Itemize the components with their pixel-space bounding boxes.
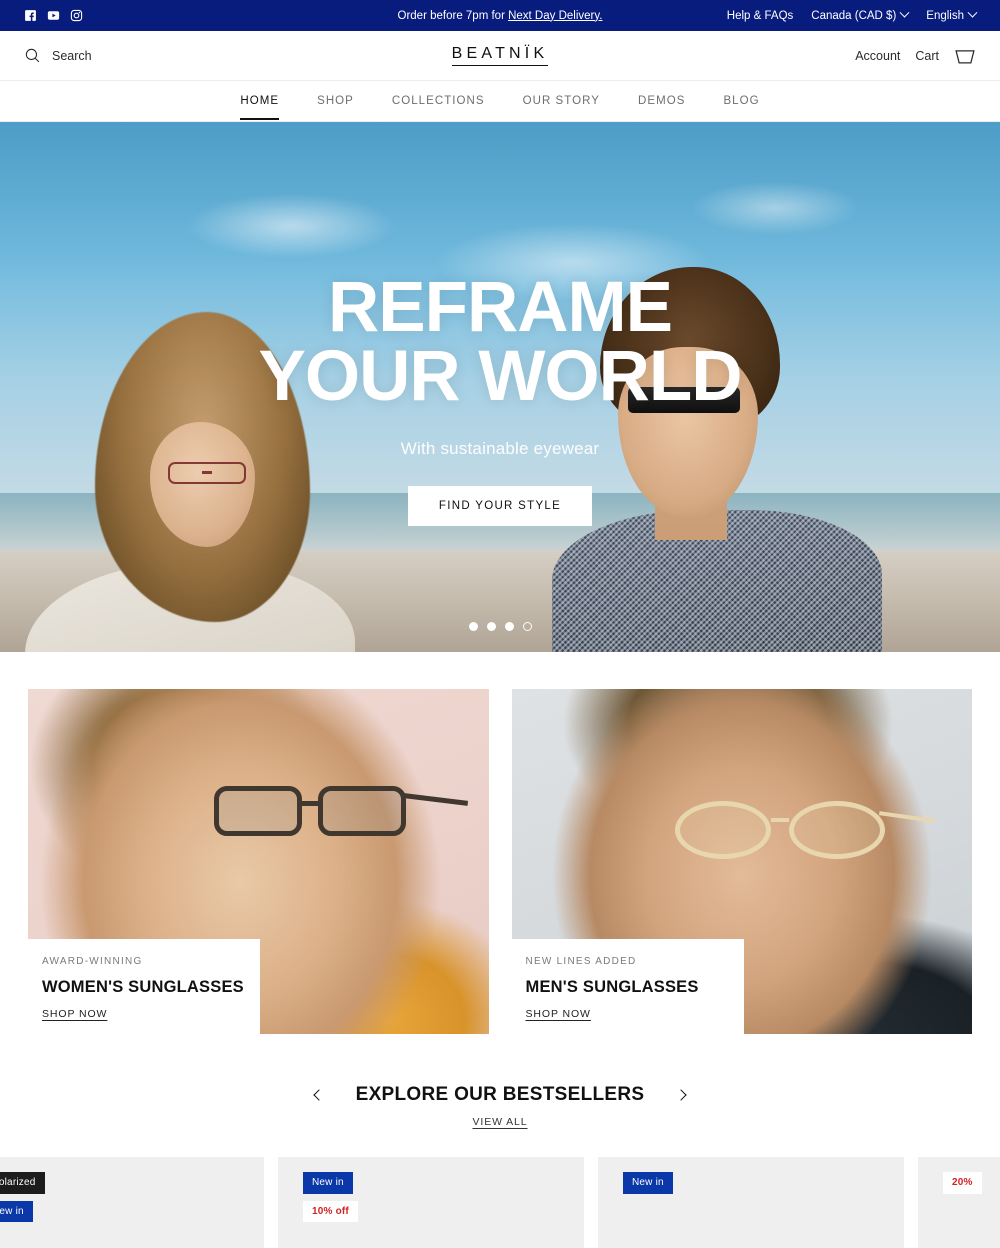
announcement-utilities: Help & FAQs Canada (CAD $) English bbox=[727, 7, 978, 22]
announcement-message-text: Order before 7pm for bbox=[397, 9, 509, 22]
cart-link[interactable]: Cart bbox=[915, 49, 939, 63]
mens-glasses-graphic bbox=[674, 801, 935, 859]
category-title: MEN'S SUNGLASSES bbox=[525, 978, 699, 996]
currency-selector[interactable]: Canada (CAD $) bbox=[811, 7, 910, 22]
product-card[interactable]: New in bbox=[598, 1157, 904, 1248]
site-logo-text[interactable]: BEATNÏK bbox=[451, 45, 549, 67]
hero-heading-line-2: YOUR WORLD bbox=[258, 336, 742, 416]
language-selector-value: English bbox=[926, 9, 964, 22]
category-eyebrow: NEW LINES ADDED bbox=[525, 956, 637, 967]
category-cards: AWARD-WINNING WOMEN'S SUNGLASSES SHOP NO… bbox=[0, 652, 1000, 1034]
hero-slider-dots bbox=[0, 622, 1000, 631]
facebook-icon[interactable] bbox=[24, 9, 37, 22]
category-shop-now-link[interactable]: SHOP NOW bbox=[526, 1008, 591, 1020]
product-badges: Polarized New in bbox=[0, 1172, 45, 1222]
currency-selector-value: Canada (CAD $) bbox=[811, 9, 897, 22]
find-your-style-button[interactable]: FIND YOUR STYLE bbox=[407, 485, 593, 526]
hero-heading: REFRAME YOUR WORLD bbox=[258, 272, 742, 412]
hero-heading-line-1: REFRAME bbox=[327, 268, 673, 347]
bestsellers-section: EXPLORE OUR BESTSELLERS VIEW ALL Polariz… bbox=[0, 1084, 1000, 1248]
hero-content: REFRAME YOUR WORLD With sustainable eyew… bbox=[0, 122, 1000, 652]
search-button[interactable]: Search bbox=[24, 47, 92, 64]
status-badge: Polarized bbox=[0, 1172, 45, 1194]
nav-item-demos[interactable]: DEMOS bbox=[638, 95, 685, 120]
bestsellers-title: EXPLORE OUR BESTSELLERS bbox=[355, 1084, 645, 1105]
social-links bbox=[24, 9, 83, 22]
chevron-down-icon bbox=[967, 7, 978, 18]
bestsellers-header: EXPLORE OUR BESTSELLERS bbox=[0, 1084, 1000, 1106]
status-badge: New in bbox=[0, 1200, 33, 1222]
cart-icon[interactable] bbox=[954, 46, 976, 65]
category-caption-mens: NEW LINES ADDED MEN'S SUNGLASSES SHOP NO… bbox=[511, 939, 744, 1034]
search-icon bbox=[25, 48, 40, 63]
product-badges: New in 10% off bbox=[303, 1172, 358, 1222]
youtube-icon[interactable] bbox=[47, 9, 60, 22]
category-caption-womens: AWARD-WINNING WOMEN'S SUNGLASSES SHOP NO… bbox=[28, 939, 260, 1034]
category-eyebrow: AWARD-WINNING bbox=[42, 956, 143, 967]
product-badges: New in bbox=[623, 1172, 673, 1194]
nav-item-collections[interactable]: COLLECTIONS bbox=[392, 95, 485, 120]
chevron-down-icon bbox=[899, 7, 910, 18]
status-badge: 10% off bbox=[303, 1200, 358, 1222]
category-card-mens-sunglasses[interactable]: NEW LINES ADDED MEN'S SUNGLASSES SHOP NO… bbox=[511, 689, 972, 1034]
account-link[interactable]: Account bbox=[855, 49, 900, 63]
product-card[interactable]: 20% bbox=[918, 1157, 1000, 1248]
nav-item-our-story[interactable]: OUR STORY bbox=[523, 95, 600, 120]
help-faqs-link[interactable]: Help & FAQs bbox=[727, 10, 793, 22]
category-card-womens-sunglasses[interactable]: AWARD-WINNING WOMEN'S SUNGLASSES SHOP NO… bbox=[28, 689, 489, 1034]
site-header: Search BEATNÏK Account Cart bbox=[0, 31, 1000, 81]
language-selector[interactable]: English bbox=[926, 7, 978, 22]
carousel-next-arrow-icon[interactable] bbox=[670, 1084, 692, 1106]
site-logo: BEATNÏK bbox=[0, 45, 1000, 67]
bestsellers-carousel: Polarized New in New in 10% off New in 2… bbox=[0, 1130, 1000, 1248]
nav-item-shop[interactable]: SHOP bbox=[317, 95, 354, 120]
hero-slide-dot-4[interactable] bbox=[522, 622, 532, 631]
product-card[interactable]: New in 10% off bbox=[278, 1157, 584, 1248]
nav-item-home[interactable]: HOME bbox=[240, 95, 279, 120]
hero-slide-dot-2[interactable] bbox=[486, 622, 496, 631]
search-label: Search bbox=[52, 48, 92, 63]
announcement-bar: Order before 7pm for Next Day Delivery. … bbox=[0, 0, 1000, 31]
product-badges: 20% bbox=[943, 1172, 982, 1194]
hero-slide-dot-1[interactable] bbox=[468, 622, 478, 631]
header-actions: Account Cart bbox=[855, 46, 976, 65]
carousel-prev-arrow-icon[interactable] bbox=[308, 1084, 330, 1106]
nav-item-blog[interactable]: BLOG bbox=[723, 95, 759, 120]
hero-slide-dot-3[interactable] bbox=[504, 622, 514, 631]
next-day-delivery-link[interactable]: Next Day Delivery. bbox=[508, 10, 602, 22]
product-card[interactable]: Polarized New in bbox=[0, 1157, 264, 1248]
view-all-link[interactable]: VIEW ALL bbox=[472, 1116, 527, 1128]
status-badge: 20% bbox=[943, 1172, 982, 1194]
main-navigation: HOME SHOP COLLECTIONS OUR STORY DEMOS BL… bbox=[0, 81, 1000, 122]
status-badge: New in bbox=[303, 1172, 353, 1194]
hero-slider: REFRAME YOUR WORLD With sustainable eyew… bbox=[0, 122, 1000, 652]
womens-glasses-graphic bbox=[214, 786, 469, 836]
status-badge: New in bbox=[623, 1172, 673, 1194]
instagram-icon[interactable] bbox=[70, 9, 83, 22]
category-title: WOMEN'S SUNGLASSES bbox=[42, 978, 244, 996]
category-shop-now-link[interactable]: SHOP NOW bbox=[42, 1008, 107, 1020]
hero-subheading: With sustainable eyewear bbox=[400, 438, 600, 458]
